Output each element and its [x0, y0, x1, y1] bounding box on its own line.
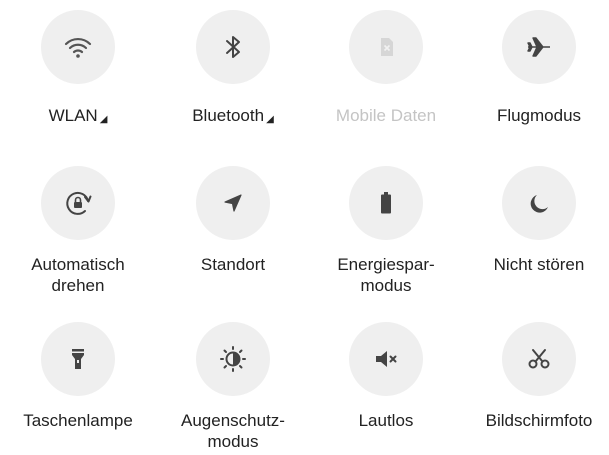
location-icon [224, 194, 242, 212]
flashlight-icon [72, 349, 84, 369]
battery-saver-toggle[interactable] [349, 166, 423, 240]
mobile-data-label: Mobile Daten [335, 106, 437, 125]
airplane-mode-tile[interactable]: Flugmodus [463, 10, 609, 126]
sim-card-icon [381, 38, 393, 56]
mute-tile[interactable]: Lautlos [310, 322, 462, 431]
wifi-icon [64, 37, 92, 58]
wlan-label: WLAN ◢ [48, 106, 108, 125]
quick-settings-panel: WLAN ◢ Bluetooth ◢ Mobile Daten Flugmodus [0, 0, 609, 455]
bluetooth-tile[interactable]: Bluetooth ◢ [157, 10, 309, 130]
auto-rotate-label: Automatisch drehen [31, 255, 125, 295]
battery-saver-label: Energiespar- modus [337, 255, 435, 295]
mute-icon [376, 351, 397, 367]
mobile-data-tile[interactable]: Mobile Daten [310, 10, 462, 126]
eye-comfort-label: Augenschutz- modus [181, 411, 285, 451]
moon-icon [530, 195, 548, 213]
mute-label: Lautlos [358, 411, 414, 430]
screenshot-tile[interactable]: Bildschirmfoto [463, 322, 609, 431]
screenshot-toggle[interactable] [502, 322, 576, 396]
airplane-mode-toggle[interactable] [502, 10, 576, 84]
do-not-disturb-tile[interactable]: Nicht stören [463, 166, 609, 275]
bluetooth-icon [226, 36, 240, 58]
do-not-disturb-label: Nicht stören [493, 255, 585, 274]
bluetooth-arrow-icon[interactable]: ◢ [266, 114, 274, 125]
location-label: Standort [200, 255, 266, 274]
eye-comfort-icon [220, 346, 246, 372]
auto-rotate-tile[interactable]: Automatisch drehen [2, 166, 154, 296]
wlan-arrow-icon[interactable]: ◢ [100, 114, 108, 125]
airplane-icon [527, 37, 550, 57]
wlan-toggle[interactable] [41, 10, 115, 84]
bluetooth-toggle[interactable] [196, 10, 270, 84]
do-not-disturb-toggle[interactable] [502, 166, 576, 240]
airplane-mode-label: Flugmodus [496, 106, 582, 125]
mute-toggle[interactable] [349, 322, 423, 396]
auto-rotate-toggle[interactable] [41, 166, 115, 240]
location-toggle[interactable] [196, 166, 270, 240]
scissors-icon [528, 349, 550, 369]
mobile-data-toggle[interactable] [349, 10, 423, 84]
wlan-tile[interactable]: WLAN ◢ [2, 10, 154, 130]
flashlight-label: Taschenlampe [23, 411, 133, 430]
flashlight-tile[interactable]: Taschenlampe [2, 322, 154, 431]
screenshot-label: Bildschirmfoto [485, 411, 593, 430]
battery-icon [381, 192, 391, 214]
eye-comfort-toggle[interactable] [196, 322, 270, 396]
location-tile[interactable]: Standort [157, 166, 309, 275]
auto-rotate-icon [66, 191, 92, 215]
bluetooth-label: Bluetooth ◢ [192, 106, 274, 125]
eye-comfort-tile[interactable]: Augenschutz- modus [157, 322, 309, 452]
battery-saver-tile[interactable]: Energiespar- modus [310, 166, 462, 296]
flashlight-toggle[interactable] [41, 322, 115, 396]
